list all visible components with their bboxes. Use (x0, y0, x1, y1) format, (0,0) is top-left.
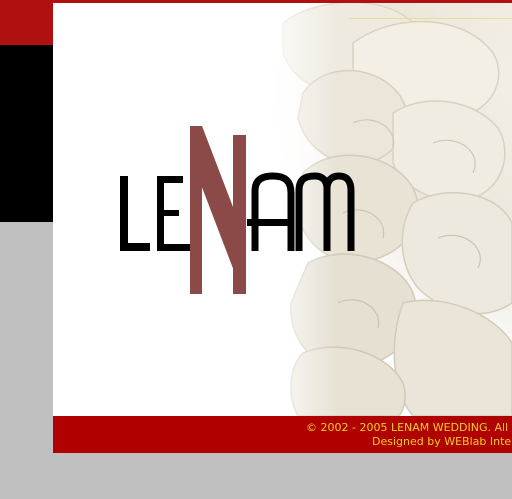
main-panel (53, 3, 512, 416)
bottom-grey-area (53, 453, 512, 499)
yellow-accent-line (349, 18, 512, 19)
page: © 2002 - 2005 LENAM WEDDING. All Designe… (0, 0, 512, 499)
footer-bar: © 2002 - 2005 LENAM WEDDING. All Designe… (53, 416, 512, 453)
left-red-block (0, 0, 53, 45)
lenam-logo (120, 126, 355, 294)
left-black-block (0, 45, 53, 222)
footer-designer-credit[interactable]: Designed by WEBlab Inte (372, 435, 512, 448)
left-grey-block (0, 222, 53, 499)
footer-copyright: © 2002 - 2005 LENAM WEDDING. All (306, 421, 509, 434)
